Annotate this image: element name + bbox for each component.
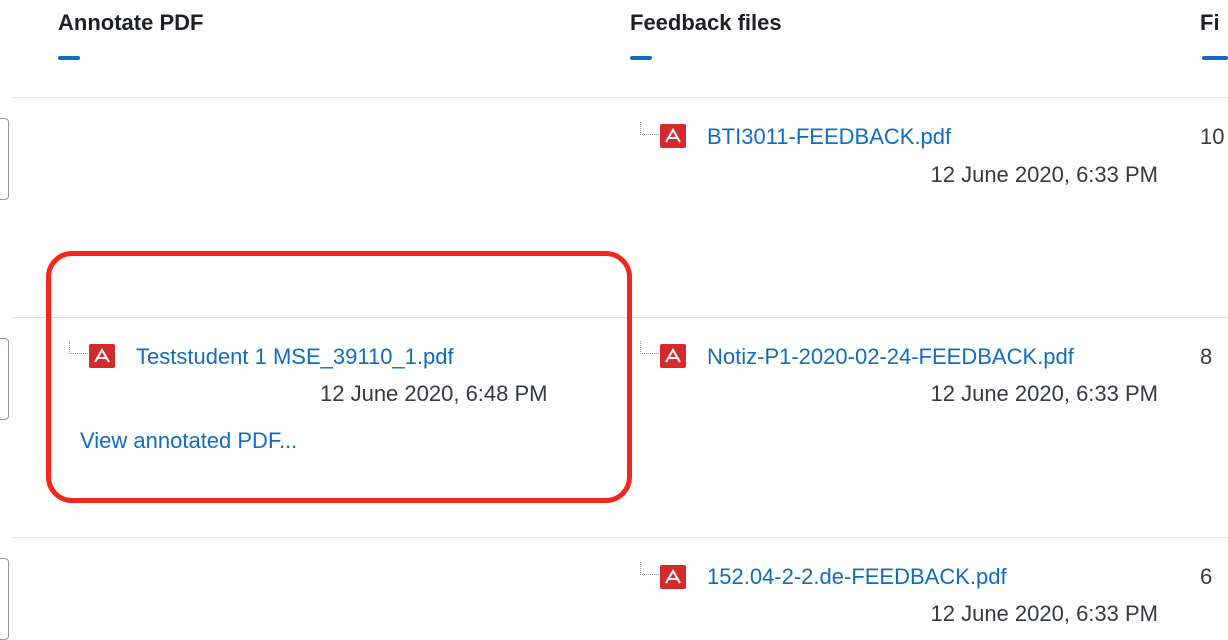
view-annotated-pdf-link[interactable]: View annotated PDF... [80,428,297,454]
feedback-file-link[interactable]: Notiz-P1-2020-02-24-FEEDBACK.pdf [707,344,1074,370]
tree-connector-icon [640,562,659,575]
feedback-file-date: 12 June 2020, 6:33 PM [930,162,1159,187]
column-header-next-partial[interactable]: Fi [1200,10,1228,36]
pdf-file-icon [660,344,686,368]
highlight-annotation-box [46,251,632,503]
sort-indicator-feedback-files[interactable] [630,56,652,60]
row-divider [12,97,1228,98]
next-column-partial-value: 8 [1200,344,1213,369]
annotate-file-date: 12 June 2020, 6:48 PM [320,381,548,406]
previous-column-cell-edge [0,558,9,640]
pdf-file-icon [660,124,686,148]
sort-indicator-next-partial[interactable] [1202,56,1228,60]
row-divider [12,537,1228,538]
next-column-partial-value: 6 [1200,564,1213,589]
next-column-partial-value: 10 [1200,124,1225,149]
column-header-next-partial-text: Fi [1200,10,1220,35]
pdf-file-icon [89,344,115,368]
previous-column-cell-edge [0,338,9,420]
annotate-file-link[interactable]: Teststudent 1 MSE_39110_1.pdf [136,344,454,370]
pdf-file-icon [660,565,686,589]
column-header-annotate-pdf[interactable]: Annotate PDF [58,10,203,36]
sort-indicator-annotate-pdf[interactable] [58,56,80,60]
feedback-file-date: 12 June 2020, 6:33 PM [930,381,1159,406]
column-header-feedback-files[interactable]: Feedback files [630,10,782,36]
feedback-file-date: 12 June 2020, 6:33 PM [930,601,1159,626]
tree-connector-icon [69,341,88,354]
feedback-file-link[interactable]: 152.04-2-2.de-FEEDBACK.pdf [707,564,1007,590]
tree-connector-icon [640,122,659,135]
previous-column-cell-edge [0,118,9,200]
feedback-file-link[interactable]: BTI3011-FEEDBACK.pdf [707,124,951,150]
tree-connector-icon [640,341,659,354]
